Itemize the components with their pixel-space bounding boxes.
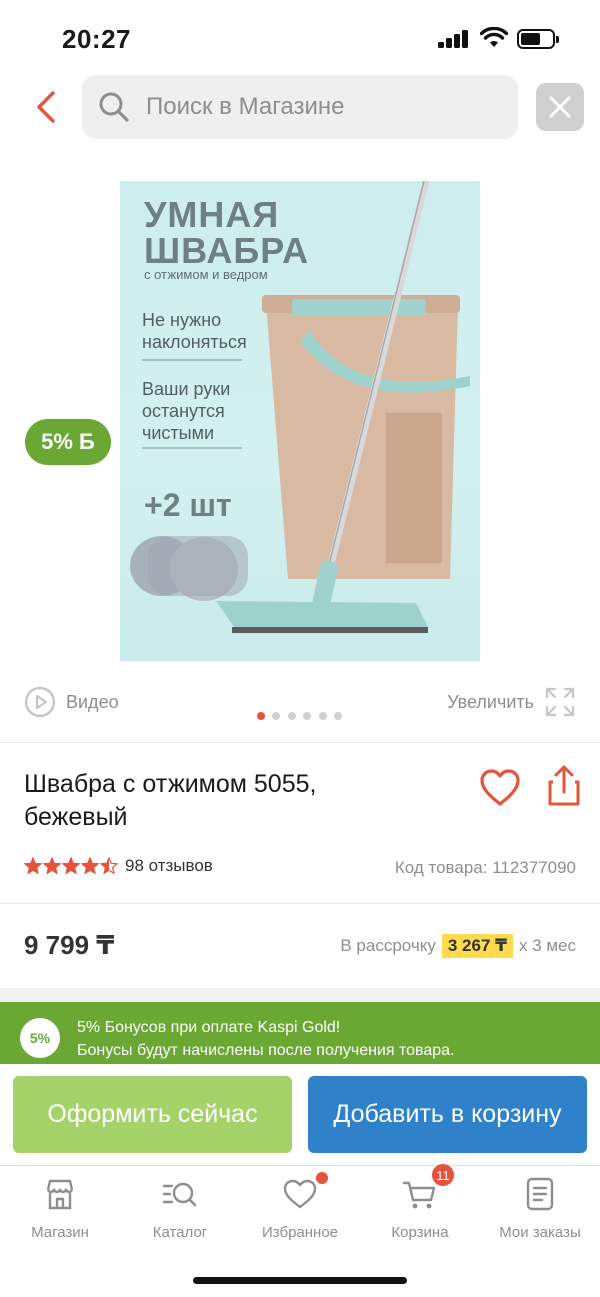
buy-now-button[interactable]: Оформить сейчас xyxy=(13,1076,292,1153)
tab-my-orders[interactable]: Мои заказы xyxy=(480,1176,600,1256)
installment-info[interactable]: В рассрочку 3 267 ₸ x 3 мес xyxy=(340,934,576,958)
cellular-signal-icon xyxy=(438,30,470,48)
product-price: 9 799 ₸ xyxy=(24,930,115,960)
back-button[interactable] xyxy=(24,82,68,132)
promo-text: Бонусы будут начислены после получения т… xyxy=(77,1042,455,1059)
home-indicator xyxy=(193,1277,407,1284)
carousel-dot[interactable] xyxy=(303,712,312,720)
rating[interactable]: 98 отзывов xyxy=(24,856,213,876)
star-icon xyxy=(100,857,118,875)
tab-cart[interactable]: 11 Корзина xyxy=(360,1164,480,1256)
star-icon xyxy=(81,857,99,875)
feature-text: чистыми xyxy=(142,423,215,443)
feature-text: наклоняться xyxy=(142,332,247,352)
zoom-button[interactable]: Увеличить xyxy=(447,686,576,718)
feature-text: Ваши руки xyxy=(142,379,231,399)
expand-icon xyxy=(545,687,575,717)
promo-text: 5% Бонусов при оплате Kaspi Gold! xyxy=(77,1019,341,1036)
cart-count-badge: 11 xyxy=(432,1164,454,1186)
installment-prefix: В рассрочку xyxy=(340,936,436,955)
heart-icon xyxy=(282,1172,328,1212)
action-bar: Оформить сейчас Добавить в корзину xyxy=(0,1064,600,1165)
feature-text: останутся xyxy=(142,401,225,421)
store-icon xyxy=(46,1179,74,1210)
star-icon xyxy=(43,857,61,875)
carousel-indicator xyxy=(257,712,349,720)
chevron-left-icon xyxy=(37,91,55,123)
play-icon xyxy=(24,686,56,718)
section-separator xyxy=(0,988,600,1002)
promo-headline: УМНАЯ ШВАБРА xyxy=(144,194,310,271)
share-button[interactable] xyxy=(544,764,584,808)
divider xyxy=(0,903,600,904)
reviews-link[interactable]: 98 отзывов xyxy=(125,856,213,876)
status-bar: 20:27 xyxy=(0,0,600,76)
product-code: Код товара: 112377090 xyxy=(394,858,576,877)
video-label: Видео xyxy=(66,691,119,712)
zoom-label: Увеличить xyxy=(447,691,534,712)
carousel-dot[interactable] xyxy=(257,712,265,720)
orders-icon xyxy=(526,1177,554,1211)
search-icon xyxy=(99,92,129,122)
catalog-search-icon xyxy=(162,1182,197,1207)
installment-term: x 3 мес xyxy=(518,936,576,955)
carousel-dot[interactable] xyxy=(318,712,327,720)
cart-icon: 11 xyxy=(402,1164,454,1212)
heart-icon xyxy=(480,769,520,806)
video-button[interactable]: Видео xyxy=(24,686,119,718)
rating-stars xyxy=(24,857,119,875)
carousel-dot[interactable] xyxy=(272,712,281,720)
feature-divider xyxy=(142,359,242,361)
feature-text: Не нужно xyxy=(142,310,222,330)
carousel-dot[interactable] xyxy=(287,712,296,720)
tab-store[interactable]: Магазин xyxy=(0,1176,120,1256)
feature-divider xyxy=(142,447,242,449)
share-icon xyxy=(548,765,580,806)
promo-badge: 5% xyxy=(20,1018,60,1058)
bonus-badge: 5% Б xyxy=(25,419,111,465)
add-to-cart-button[interactable]: Добавить в корзину xyxy=(308,1076,587,1153)
battery-icon xyxy=(517,29,559,49)
status-time: 20:27 xyxy=(62,24,131,54)
tab-label: Магазин xyxy=(31,1224,89,1241)
wifi-icon xyxy=(480,27,508,47)
tab-catalog[interactable]: Каталог xyxy=(120,1176,240,1256)
search-input[interactable] xyxy=(146,93,506,121)
carousel-dot[interactable] xyxy=(333,712,342,720)
notification-dot xyxy=(316,1172,328,1184)
bonus-promo-banner: 5% 5% Бонусов при оплате Kaspi Gold! Бон… xyxy=(0,1002,600,1064)
close-button[interactable] xyxy=(536,83,584,131)
divider xyxy=(0,742,600,743)
tab-label: Каталог xyxy=(152,1224,208,1241)
promo-extra: +2 шт xyxy=(144,487,232,523)
star-icon xyxy=(62,857,80,875)
product-image[interactable]: УМНАЯ ШВАБРА с отжимом и ведром Не нужно… xyxy=(120,181,480,661)
tab-label: Избранное xyxy=(261,1224,339,1241)
star-icon xyxy=(24,857,42,875)
promo-subheadline: с отжимом и ведром xyxy=(144,267,268,282)
installment-amount: 3 267 ₸ xyxy=(441,934,513,958)
tab-favorites[interactable]: Избранное xyxy=(240,1172,360,1256)
tab-label: Корзина xyxy=(391,1224,449,1241)
search-bar[interactable] xyxy=(82,75,518,139)
product-title: Швабра с отжимом 5055, бежевый xyxy=(24,770,317,831)
close-icon xyxy=(549,96,571,118)
add-to-favorites-button[interactable] xyxy=(478,766,522,810)
tab-label: Мои заказы xyxy=(499,1224,581,1241)
